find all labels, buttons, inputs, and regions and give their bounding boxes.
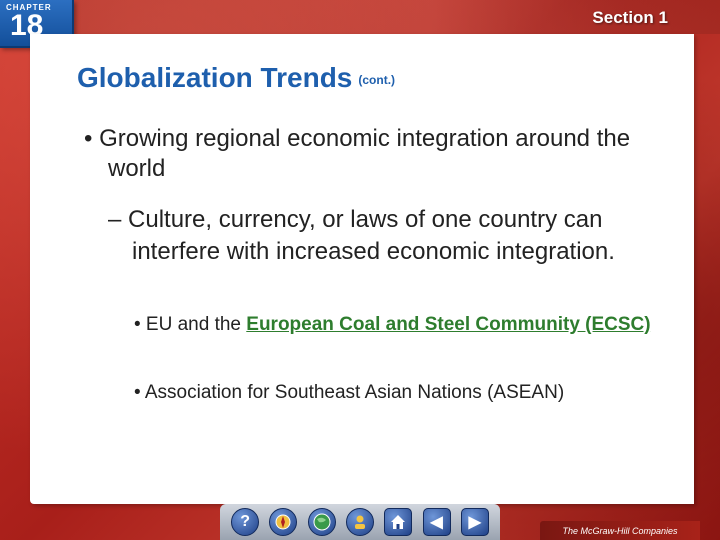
next-slide-button[interactable]: ▶ — [460, 508, 489, 536]
bullet-level2: – Culture, currency, or laws of one coun… — [108, 204, 668, 268]
slide-title-suffix: (cont.) — [358, 72, 396, 87]
previous-slide-button[interactable]: ◀ — [422, 508, 451, 536]
content-panel — [30, 34, 694, 504]
bullet-level3-prefix: • EU and the — [134, 314, 247, 335]
globe-button[interactable] — [307, 508, 336, 536]
slide-title-text: Globalization Trends — [77, 62, 353, 93]
home-button[interactable] — [384, 508, 413, 536]
arrow-right-icon: ▶ — [468, 514, 481, 531]
ecsc-link[interactable]: European Coal and Steel Community (ECSC) — [246, 314, 650, 335]
bullet-level3-ecsc: • EU and the European Coal and Steel Com… — [134, 312, 654, 338]
compass-icon — [275, 514, 291, 530]
bullet-level3-ecsc-line: • EU and the European Coal and Steel Com… — [134, 312, 654, 338]
globe-icon — [313, 513, 331, 531]
home-icon — [391, 515, 406, 529]
section-label: Section 1 — [592, 8, 668, 27]
bullet-level3-asean: • Association for Southeast Asian Nation… — [134, 380, 654, 406]
bullet-level1-text: • Growing regional economic integration … — [84, 125, 631, 182]
bullet-level1: • Growing regional economic integration … — [84, 124, 644, 184]
help-icon: ? — [240, 513, 251, 530]
slide-title: Globalization Trends (cont.) — [77, 62, 395, 94]
arrow-left-icon: ◀ — [430, 514, 443, 531]
compass-button[interactable] — [269, 508, 298, 536]
student-icon — [354, 515, 365, 529]
bullet-level3-asean-text: • Association for Southeast Asian Nation… — [134, 382, 565, 403]
publisher-logo: The McGraw-Hill Companies — [540, 521, 700, 540]
help-button[interactable]: ? — [231, 508, 260, 536]
bullet-level2-text: – Culture, currency, or laws of one coun… — [108, 206, 615, 265]
navigation-bar: ? ◀ ▶ — [220, 504, 500, 540]
student-button[interactable] — [345, 508, 374, 536]
